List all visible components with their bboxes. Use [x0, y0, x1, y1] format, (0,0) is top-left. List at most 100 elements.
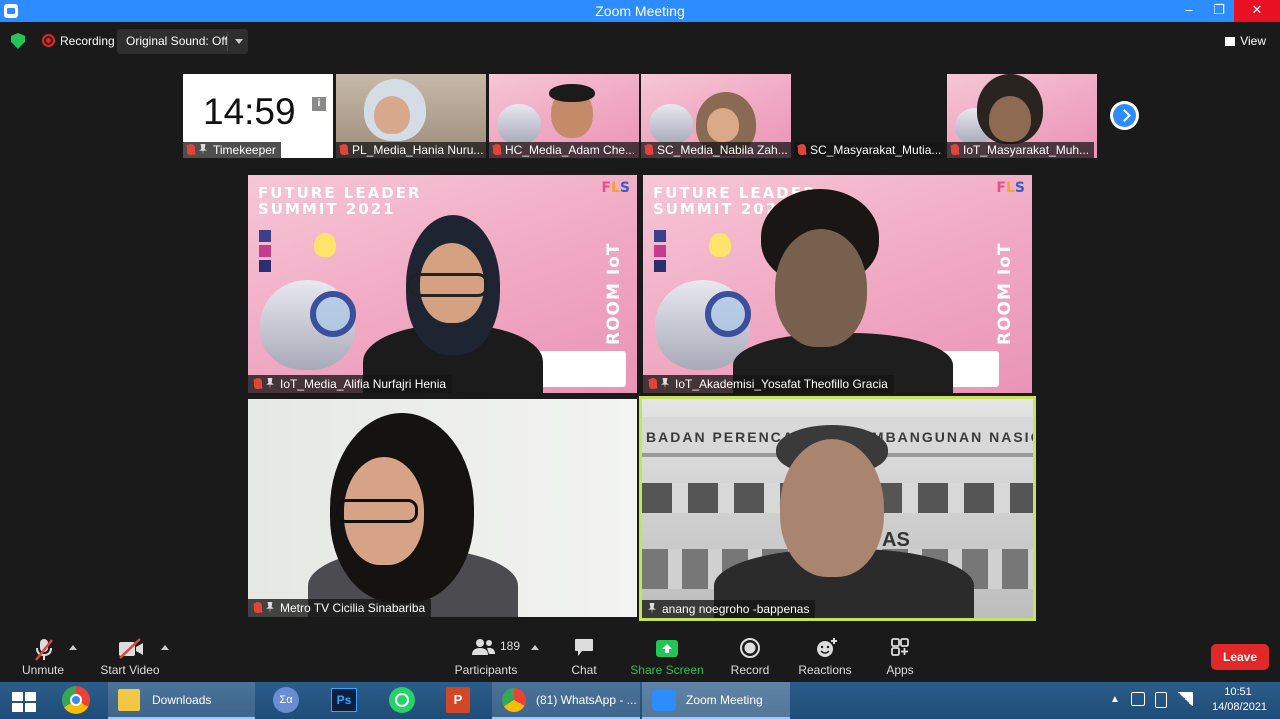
grid-view-icon	[1225, 37, 1236, 46]
minimize-button[interactable]: –	[1174, 0, 1204, 22]
share-screen-label: Share Screen	[630, 663, 704, 677]
participant-name: Timekeeper	[213, 143, 276, 157]
participant-name-tag: SC_Masyarakat_Mutia...	[794, 142, 944, 158]
mic-muted-icon	[798, 144, 806, 155]
reactions-button[interactable]: Reactions	[796, 630, 854, 682]
participant-face	[775, 229, 867, 347]
info-icon: i	[312, 97, 326, 111]
deco-square	[259, 260, 271, 272]
pin-icon	[199, 144, 207, 155]
participant-name-tag: anang noegroho -bappenas	[642, 600, 816, 618]
participants-button[interactable]: 189 Participants	[454, 630, 521, 682]
participants-options-chevron-icon[interactable]	[531, 645, 539, 650]
countdown-clock: 14:59	[203, 91, 296, 132]
whatsapp-taskbar-icon[interactable]	[382, 682, 422, 719]
chat-icon	[575, 639, 593, 656]
participant-name-tag: PL_Media_Hania Nuru...	[336, 142, 486, 158]
participant-thumbnail[interactable]: HC_Media_Adam Che...	[489, 74, 639, 158]
original-sound-label: Original Sound: Off	[126, 34, 228, 48]
participant-name: SC_Media_Nabila Zah...	[657, 143, 788, 157]
taskbar-item-zoom[interactable]: Zoom Meeting	[642, 682, 790, 719]
powerpoint-taskbar-icon[interactable]: P	[438, 682, 478, 719]
record-label: Record	[730, 663, 770, 677]
clock-date: 14/08/2021	[1212, 701, 1268, 713]
close-button[interactable]: ✕	[1234, 0, 1280, 22]
unmute-label: Unmute	[21, 663, 65, 677]
battery-icon[interactable]	[1155, 692, 1167, 708]
participant-thumbnail[interactable]: PL_Media_Hania Nuru...	[336, 74, 486, 158]
network-error-icon[interactable]	[1131, 692, 1145, 706]
record-button[interactable]: Record	[726, 630, 774, 682]
building-sign: AS	[882, 529, 910, 551]
audio-options-chevron-icon[interactable]	[69, 645, 77, 650]
record-icon	[740, 638, 760, 658]
maximize-button[interactable]: ❐	[1204, 0, 1234, 22]
video-tile[interactable]: FUTURE LEADER SUMMIT 2021 FLS ROOM IoT Io…	[248, 175, 637, 393]
view-label: View	[1240, 34, 1266, 48]
participant-thumbnail[interactable]: SC_Media_Nabila Zah...	[641, 74, 791, 158]
taskbar-item-whatsapp-chrome[interactable]: (81) WhatsApp - ...	[492, 682, 640, 719]
tray-chevron-up-icon[interactable]: ▲	[1110, 694, 1120, 705]
clock-time: 10:51	[1224, 686, 1252, 698]
magnifier-icon	[310, 291, 356, 337]
mascot-graphic	[497, 104, 541, 144]
original-sound-toggle[interactable]: Original Sound: Off	[117, 29, 248, 54]
taskbar-item-downloads[interactable]: Downloads	[108, 682, 255, 719]
chevron-down-icon[interactable]	[235, 39, 243, 44]
photoshop-taskbar-icon[interactable]: Ps	[324, 682, 364, 719]
view-button[interactable]: View	[1225, 34, 1266, 48]
video-options-chevron-icon[interactable]	[161, 645, 169, 650]
pin-icon	[648, 603, 656, 614]
mic-muted-icon	[645, 144, 653, 155]
reactions-label: Reactions	[798, 663, 852, 677]
participant-name: SC_Masyarakat_Mutia...	[810, 143, 942, 157]
participant-thumbnail[interactable]: SC_Masyarakat_Mutia...	[794, 74, 944, 158]
mic-muted-icon	[340, 144, 348, 155]
clock[interactable]: 10:51 14/08/2021	[1212, 686, 1268, 713]
video-tile[interactable]: BADAN PERENCANAAN PEMBANGUNAN NASIONAL A…	[642, 399, 1033, 618]
pin-icon	[266, 378, 274, 389]
chat-label: Chat	[571, 663, 597, 677]
windows-start-icon[interactable]	[12, 692, 36, 712]
room-label: ROOM IoT	[604, 242, 624, 345]
calculator-taskbar-icon[interactable]: Σα	[266, 682, 306, 719]
unmute-button[interactable]: Unmute	[14, 630, 72, 682]
deco-square	[259, 245, 271, 257]
next-page-arrow-icon[interactable]	[1110, 101, 1139, 130]
participant-name: PL_Media_Hania Nuru...	[352, 143, 484, 157]
apps-icon	[891, 638, 909, 656]
participant-name: anang noegroho -bappenas	[662, 602, 810, 616]
mic-muted-icon	[254, 602, 262, 613]
participant-thumbnail[interactable]: 14:59 i Timekeeper	[183, 74, 333, 158]
recording-icon	[42, 34, 55, 47]
chat-button[interactable]: Chat	[560, 630, 608, 682]
signal-icon[interactable]	[1177, 692, 1193, 706]
share-screen-button[interactable]: Share Screen	[630, 630, 704, 682]
participant-thumbnail[interactable]: IoT_Masyarakat_Muh...	[947, 74, 1097, 158]
start-video-button[interactable]: Start Video	[98, 630, 162, 682]
participant-name-tag: Timekeeper	[183, 142, 281, 158]
video-tile[interactable]: Metro TV Cicilia Sinabariba	[248, 399, 637, 617]
room-label: ROOM IoT	[995, 242, 1015, 345]
mic-muted-icon	[187, 144, 195, 155]
video-off-icon	[119, 638, 143, 659]
participant-face	[707, 108, 739, 142]
mic-muted-icon	[951, 144, 959, 155]
taskbar-item-label: Zoom Meeting	[686, 693, 763, 707]
mic-muted-icon	[649, 378, 657, 389]
leave-button[interactable]: Leave	[1211, 644, 1269, 670]
security-shield-icon[interactable]	[11, 33, 25, 49]
event-title: FUTURE LEADER SUMMIT 2021	[258, 184, 422, 218]
participants-count: 189	[500, 639, 521, 653]
participant-name: IoT_Masyarakat_Muh...	[963, 143, 1090, 157]
chrome-taskbar-icon[interactable]	[56, 682, 96, 719]
sponsor-logos	[538, 351, 626, 387]
participant-name: Metro TV Cicilia Sinabariba	[280, 601, 426, 615]
fls-logo: FLS	[996, 180, 1025, 196]
participant-name-tag: HC_Media_Adam Che...	[489, 142, 639, 158]
participant-name-tag: IoT_Masyarakat_Muh...	[947, 142, 1095, 158]
video-tile[interactable]: FUTURE LEADER SUMMIT 2021 FLS ROOM IoT Io…	[643, 175, 1032, 393]
windows-taskbar: Downloads Σα Ps P (81) WhatsApp - ... Zo…	[0, 682, 1280, 719]
share-screen-icon	[656, 640, 678, 657]
apps-button[interactable]: Apps	[878, 630, 922, 682]
